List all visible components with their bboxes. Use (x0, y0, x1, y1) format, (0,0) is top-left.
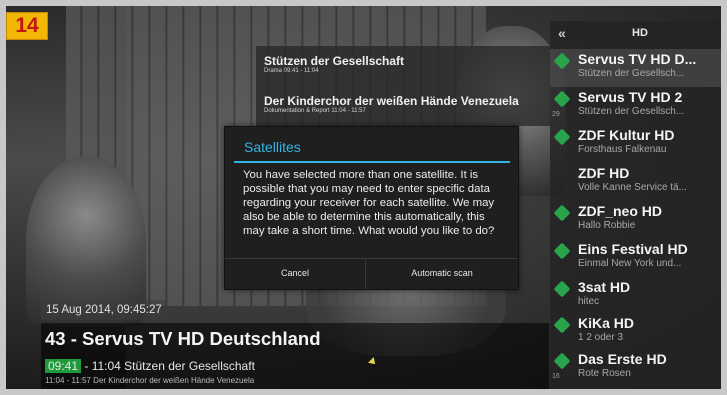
channel-indicator-icon (553, 242, 571, 260)
channel-indicator-icon (553, 204, 571, 222)
epg-item-sub: Dokumentation & Report 11:04 - 11:57 (264, 108, 366, 114)
step-number: 14 (15, 14, 39, 37)
channel-indicator-icon (553, 52, 571, 70)
channel-sidebar: « HD Servus TV HD D... Stützen der Gesel… (550, 21, 721, 389)
epg-item-sub: Drama 09:41 - 11:04 (264, 68, 319, 74)
back-icon[interactable]: « (558, 25, 566, 41)
channel-item[interactable]: Eins Festival HD Einmal New York und... (550, 239, 721, 277)
channel-item[interactable]: ZDF HD Volle Kanne Service tä... (550, 163, 721, 201)
sidebar-title: HD (632, 27, 648, 39)
channel-number: 29 (552, 111, 560, 118)
channel-indicator-icon (553, 352, 571, 370)
epg-item-title: Stützen der Gesellschaft (264, 54, 405, 68)
channel-item[interactable]: ZDF_neo HD Hallo Robbie (550, 201, 721, 239)
channel-item[interactable]: KiKa HD 1 2 oder 3 (550, 313, 721, 351)
current-program-details: - 11:04 Stützen der Gesellschaft (81, 359, 255, 373)
cancel-button[interactable]: Cancel (225, 259, 366, 289)
channel-indicator-icon (553, 128, 571, 146)
next-program: 11:04 - 11:57 Der Kinderchor der weißen … (45, 376, 255, 385)
channel-info-bar: 43 - Servus TV HD Deutschland 09:41 - 11… (41, 323, 549, 389)
channel-item[interactable]: 16 Das Erste HD Rote Rosen (550, 349, 721, 387)
channel-item[interactable]: ZDF Kultur HD Forsthaus Falkenau (550, 125, 721, 163)
epg-preview-panel: Stützen der Gesellschaft Drama 09:41 - 1… (256, 46, 550, 126)
dialog-button-bar: Cancel Automatic scan (225, 258, 518, 289)
channel-program: Rote Rosen (578, 368, 631, 379)
channel-indicator-icon (553, 90, 571, 108)
epg-item-title: Der Kinderchor der weißen Hände Venezuel… (264, 94, 519, 108)
channel-program: Hallo Robbie (578, 220, 636, 231)
satellites-dialog: Satellites You have selected more than o… (224, 126, 519, 290)
epg-item[interactable]: Der Kinderchor der weißen Hände Venezuel… (264, 94, 519, 114)
automatic-scan-button[interactable]: Automatic scan (366, 259, 518, 289)
channel-name: Servus TV HD D... (578, 51, 697, 67)
channel-program: Stützen der Gesellsch... (578, 68, 685, 79)
channel-name: Das Erste HD (578, 351, 667, 367)
channel-program: hitec (578, 296, 600, 307)
current-program: 09:41 - 11:04 Stützen der Gesellschaft (45, 358, 255, 374)
channel-name: Eins Festival HD (578, 241, 688, 257)
channel-name: Servus TV HD 2 (578, 89, 683, 105)
channel-program: Stützen der Gesellsch... (578, 106, 685, 117)
channel-number: 16 (552, 373, 560, 380)
channel-item[interactable]: Servus TV HD D... Stützen der Gesellsch.… (550, 49, 721, 87)
channel-name: ZDF_neo HD (578, 203, 662, 219)
dialog-title: Satellites (244, 139, 301, 155)
channel-program: Volle Kanne Service tä... (578, 182, 687, 193)
channel-item[interactable]: 29 Servus TV HD 2 Stützen der Gesellsch.… (550, 87, 721, 125)
channel-program: Forsthaus Falkenau (578, 144, 667, 155)
sidebar-header: « HD (550, 21, 721, 49)
channel-program: Einmal New York und... (578, 258, 682, 269)
channel-item[interactable]: 3sat HD hitec (550, 277, 721, 315)
epg-item[interactable]: Stützen der Gesellschaft Drama 09:41 - 1… (264, 54, 404, 74)
channel-program: 1 2 oder 3 (578, 332, 624, 343)
channel-name: KiKa HD (578, 315, 635, 331)
step-number-badge: 14 (6, 12, 48, 40)
current-channel-title: 43 - Servus TV HD Deutschland (45, 328, 321, 349)
current-program-start: 09:41 (45, 359, 82, 373)
channel-name: 3sat HD (578, 279, 631, 295)
channel-name: ZDF HD (578, 165, 630, 181)
channel-indicator-icon (553, 316, 571, 334)
dialog-message: You have selected more than one satellit… (243, 169, 495, 238)
channel-name: ZDF Kultur HD (578, 127, 675, 143)
date-time: 15 Aug 2014, 09:45:27 (41, 300, 167, 320)
dialog-title-divider (234, 161, 510, 163)
channel-indicator-icon (553, 280, 571, 298)
